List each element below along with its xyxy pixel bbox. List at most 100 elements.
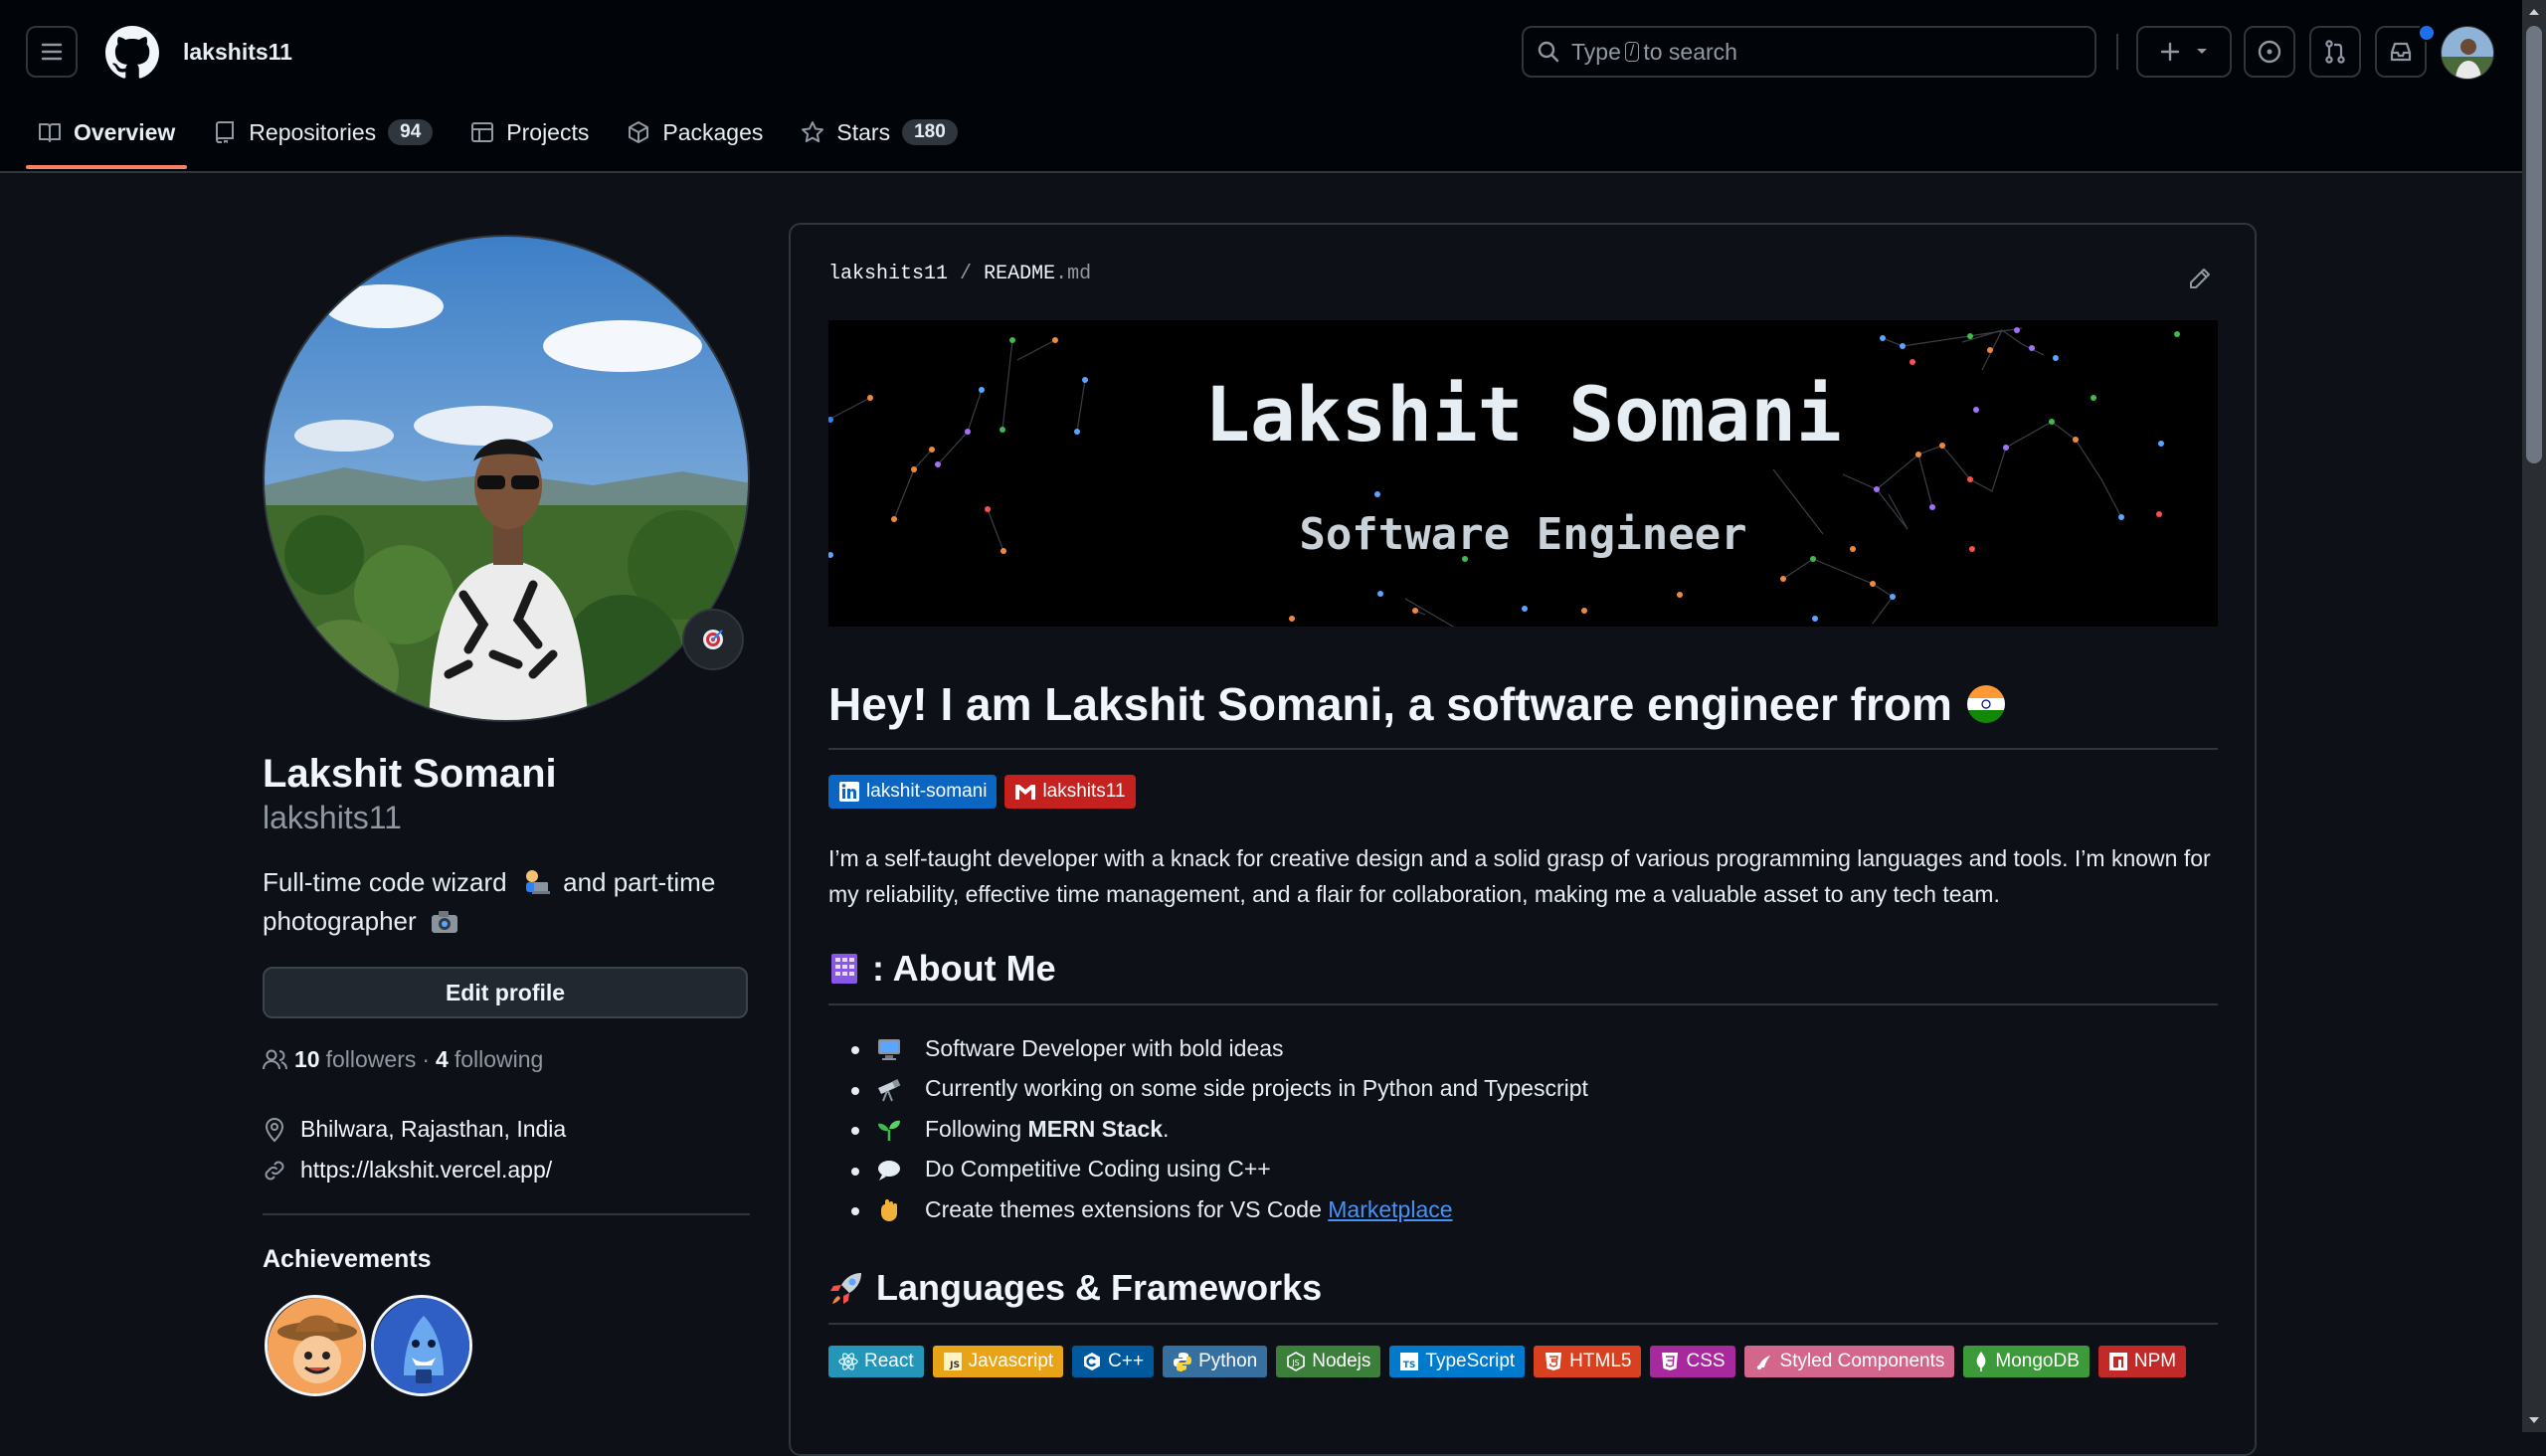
edit-readme-button[interactable] bbox=[2188, 267, 2212, 290]
seedling-emoji-icon bbox=[875, 1117, 903, 1143]
tab-repositories[interactable]: Repositories 94 bbox=[201, 107, 445, 157]
list-item: Create themes extensions for VS Code Mar… bbox=[849, 1189, 1588, 1230]
camera-emoji-icon bbox=[431, 911, 457, 933]
react-badge[interactable]: React bbox=[828, 1346, 924, 1377]
about-item-post: . bbox=[1163, 1115, 1170, 1142]
list-item: Currently working on some side projects … bbox=[849, 1069, 1588, 1110]
location-text: Bhilwara, Rajasthan, India bbox=[300, 1116, 567, 1142]
list-item: Do Competitive Coding using C++ bbox=[849, 1150, 1588, 1190]
tab-projects[interactable]: Projects bbox=[458, 107, 601, 157]
header-owner-link[interactable]: lakshits11 bbox=[183, 34, 292, 70]
cplusplus-icon bbox=[1084, 1353, 1101, 1370]
cpp-badge[interactable]: C++ bbox=[1072, 1346, 1155, 1377]
styled-components-badge[interactable]: Styled Components bbox=[1743, 1346, 1955, 1377]
gmail-badge-label: lakshits11 bbox=[1042, 781, 1126, 802]
set-status-button[interactable] bbox=[682, 609, 744, 670]
profile-bio: Full-time code wizard and part-time phot… bbox=[263, 863, 760, 941]
scroll-up-arrow-icon[interactable] bbox=[2526, 4, 2542, 20]
tech-badge-label: HTML5 bbox=[1569, 1351, 1632, 1371]
search-placeholder-post: to search bbox=[1643, 38, 1737, 65]
readme-banner: Lakshit Somani Software Engineer bbox=[828, 320, 2218, 627]
repo-icon bbox=[216, 121, 235, 143]
edit-profile-button[interactable]: Edit profile bbox=[263, 967, 748, 1018]
search-input[interactable]: Type / to search bbox=[1522, 26, 2096, 78]
followers-label[interactable]: followers bbox=[326, 1046, 417, 1073]
svg-text:TS: TS bbox=[1403, 1361, 1416, 1370]
gmail-badge[interactable]: lakshits11 bbox=[1004, 775, 1136, 809]
achievement-badge-pull-shark[interactable] bbox=[371, 1295, 472, 1396]
search-icon bbox=[1538, 41, 1559, 63]
cowboy-achievement-icon bbox=[268, 1298, 363, 1393]
bio-mid: and part-time bbox=[563, 867, 716, 897]
profile-avatar[interactable] bbox=[263, 235, 750, 722]
tab-stars[interactable]: Stars 180 bbox=[789, 107, 969, 157]
star-icon bbox=[802, 121, 824, 143]
user-photo-icon bbox=[2442, 27, 2493, 79]
scrollbar-thumb[interactable] bbox=[2526, 26, 2542, 463]
svg-text:JS: JS bbox=[1292, 1359, 1300, 1367]
search-shortcut-key: / bbox=[1624, 42, 1640, 62]
hamburger-menu-button[interactable] bbox=[26, 26, 78, 78]
scroll-down-arrow-icon[interactable] bbox=[2526, 1412, 2542, 1428]
constellation-background-icon bbox=[828, 327, 2180, 627]
website-link[interactable]: https://lakshit.vercel.app/ bbox=[300, 1157, 552, 1183]
hamburger-icon bbox=[41, 43, 63, 61]
readme-heading-text: Hey! I am Lakshit Somani, a software eng… bbox=[828, 678, 1952, 730]
readme-owner[interactable]: lakshits11 bbox=[828, 263, 948, 285]
tab-label: Packages bbox=[662, 118, 764, 145]
linkedin-badge-label: lakshit-somani bbox=[866, 781, 988, 802]
profile-tabs: Overview Repositories 94 Projects Packag… bbox=[26, 107, 984, 169]
create-new-button[interactable] bbox=[2136, 26, 2232, 78]
bio-line1: Full-time code wizard bbox=[263, 867, 507, 897]
about-item-text: Do Competitive Coding using C++ bbox=[925, 1156, 1271, 1183]
html5-badge[interactable]: HTML5 bbox=[1534, 1346, 1642, 1377]
react-icon bbox=[838, 1353, 858, 1370]
repositories-count-badge: 94 bbox=[388, 119, 434, 145]
achievement-badge-yolo[interactable] bbox=[265, 1295, 366, 1396]
profile-username: lakshits11 bbox=[263, 800, 402, 835]
issues-button[interactable] bbox=[2244, 26, 2295, 78]
pencil-icon bbox=[2190, 269, 2210, 288]
header-avatar[interactable] bbox=[2441, 26, 2494, 80]
about-item-text: Following bbox=[925, 1115, 1028, 1142]
html5-icon bbox=[1546, 1353, 1562, 1370]
computer-emoji-icon bbox=[875, 1036, 903, 1062]
mongodb-badge[interactable]: MongoDB bbox=[1963, 1346, 2090, 1377]
tech-badges: React JS Javascript C++ Python JS Nodejs… bbox=[828, 1346, 2187, 1377]
tab-overview[interactable]: Overview bbox=[26, 107, 188, 169]
npm-badge[interactable]: NPM bbox=[2097, 1346, 2187, 1377]
book-icon bbox=[39, 123, 61, 142]
followers-count[interactable]: 10 bbox=[294, 1046, 320, 1073]
following-count[interactable]: 4 bbox=[436, 1046, 449, 1073]
following-label[interactable]: following bbox=[455, 1046, 544, 1073]
about-item-text: Software Developer with bold ideas bbox=[925, 1034, 1284, 1061]
about-item-bold: MERN Stack bbox=[1027, 1115, 1164, 1142]
mongodb-leaf-icon bbox=[1977, 1352, 1986, 1371]
languages-heading-text: Languages & Frameworks bbox=[876, 1267, 1323, 1308]
technologist-emoji-icon bbox=[525, 870, 550, 894]
css-badge[interactable]: CSS bbox=[1650, 1346, 1735, 1377]
readme-file-name[interactable]: README bbox=[984, 263, 1055, 285]
pull-requests-button[interactable] bbox=[2309, 26, 2361, 78]
typescript-badge[interactable]: TS TypeScript bbox=[1389, 1346, 1526, 1377]
marketplace-link[interactable]: Marketplace bbox=[1328, 1196, 1452, 1223]
sidebar-divider bbox=[263, 1213, 750, 1215]
javascript-badge[interactable]: JS Javascript bbox=[932, 1346, 1064, 1377]
about-item-text: Currently working on some side projects … bbox=[925, 1075, 1588, 1102]
readme-file-ext: .md bbox=[1055, 263, 1092, 285]
tab-packages[interactable]: Packages bbox=[615, 107, 775, 157]
location-icon bbox=[265, 1117, 284, 1142]
about-me-heading: : About Me bbox=[828, 946, 2218, 1005]
linkedin-badge[interactable]: lakshit-somani bbox=[828, 775, 998, 809]
python-badge[interactable]: Python bbox=[1163, 1346, 1268, 1377]
profile-photo-icon bbox=[265, 237, 748, 720]
gmail-icon bbox=[1015, 785, 1036, 800]
tech-badge-label: TypeScript bbox=[1425, 1351, 1516, 1371]
readme-path-sep: / bbox=[960, 263, 973, 285]
follow-separator: · bbox=[422, 1046, 431, 1072]
shark-achievement-icon bbox=[374, 1298, 469, 1393]
tech-badge-label: MongoDB bbox=[1995, 1351, 2080, 1371]
github-logo-icon[interactable] bbox=[105, 26, 159, 80]
nodejs-badge[interactable]: JS Nodejs bbox=[1276, 1346, 1381, 1377]
tech-badge-label: NPM bbox=[2133, 1351, 2177, 1371]
